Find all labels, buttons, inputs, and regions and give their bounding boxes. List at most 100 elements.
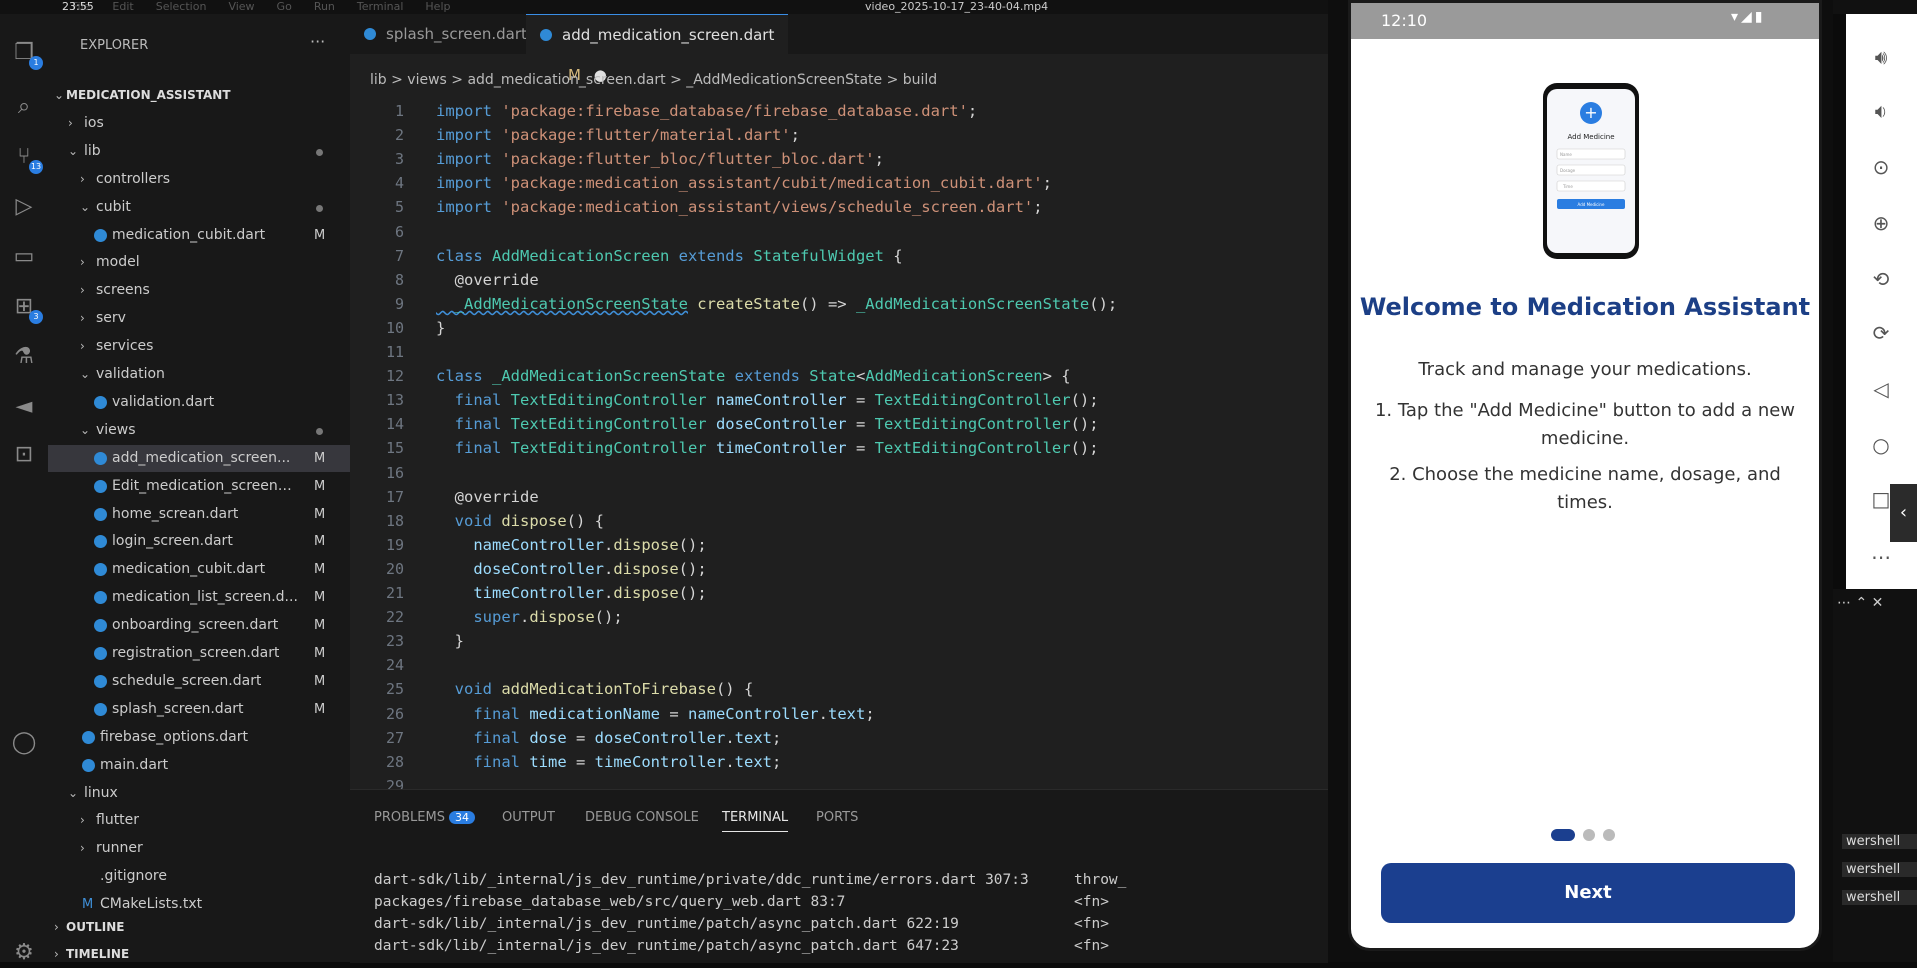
file-label: home_screan.dart	[112, 505, 239, 522]
file-item[interactable]: medication_list_screen.d... M	[48, 584, 350, 611]
file-item[interactable]: main.dart	[48, 752, 350, 779]
tab-debug-console[interactable]: DEBUG CONSOLE	[585, 810, 699, 825]
folder-item[interactable]: ⌄ views	[48, 417, 350, 444]
line-number: 9	[394, 294, 404, 313]
menu-help[interactable]: Help	[425, 0, 450, 13]
terminal-session[interactable]: wershell	[1842, 862, 1917, 877]
code-token: dose	[529, 728, 567, 747]
testing-icon[interactable]: ⚗	[11, 344, 37, 370]
folder-item[interactable]: › model	[48, 249, 350, 276]
tab-add-medication-screen[interactable]: add_medication_screen.dart M ●	[526, 14, 788, 84]
chevron-right-icon: ›	[54, 947, 59, 961]
more-icon[interactable]: ⋯	[1868, 544, 1894, 570]
code-line: _AddMedicationScreenState createState() …	[436, 295, 1118, 313]
folder-item[interactable]: › runner	[48, 835, 350, 862]
folder-item[interactable]: › services	[48, 333, 350, 360]
tab-terminal[interactable]: TERMINAL	[722, 810, 789, 832]
file-item[interactable]: login_screen.dart M	[48, 528, 350, 555]
rotate-left-icon[interactable]: ⟲	[1868, 266, 1894, 292]
tab-problems[interactable]: PROBLEMS 34	[374, 810, 475, 825]
inspector-icon[interactable]: ⊡	[11, 442, 37, 468]
more-actions-icon[interactable]: ···	[310, 32, 325, 51]
file-item[interactable]: validation.dart	[48, 389, 350, 416]
account-icon[interactable]: ◯	[11, 730, 37, 756]
file-item[interactable]: medication_cubit.dart M	[48, 556, 350, 583]
folder-item[interactable]: › screens	[48, 277, 350, 304]
code-token: import	[436, 126, 502, 145]
folder-item[interactable]: › flutter	[48, 807, 350, 834]
next-button[interactable]: Next	[1381, 863, 1795, 923]
breadcrumb[interactable]: lib > views > add_medication_screen.dart…	[370, 72, 937, 88]
remote-explorer-icon[interactable]: ▭	[11, 244, 37, 270]
tab-output[interactable]: OUTPUT	[502, 810, 555, 825]
file-item[interactable]: firebase_options.dart	[48, 724, 350, 751]
folder-item[interactable]: › serv	[48, 305, 350, 332]
chevron-right-icon: ›	[80, 171, 85, 186]
folder-label: views	[96, 421, 136, 438]
run-debug-icon[interactable]: ▷	[11, 194, 37, 220]
volume-down-icon[interactable]: 🔉︎	[1868, 98, 1894, 124]
menu-terminal[interactable]: Terminal	[357, 0, 404, 13]
menu-go[interactable]: Go	[277, 0, 292, 13]
code-token: 'package:flutter_bloc/flutter_bloc.dart'	[501, 150, 875, 169]
menu-view[interactable]: View	[228, 0, 254, 13]
code-token: .	[603, 559, 614, 578]
volume-up-icon[interactable]: 🔊︎	[1868, 44, 1894, 70]
code-token: 'package:medication_assistant/cubit/medi…	[501, 174, 1043, 193]
search-icon[interactable]: ⌕	[11, 94, 37, 120]
menu-selection[interactable]: Selection	[156, 0, 207, 13]
file-item[interactable]: schedule_screen.dart M	[48, 668, 350, 695]
zoom-icon[interactable]: ⊕	[1868, 210, 1894, 236]
line-number: 12	[385, 367, 404, 386]
folder-item[interactable]: ⌄ lib	[48, 138, 350, 165]
outline-section[interactable]: › OUTLINE	[48, 914, 350, 941]
folder-item[interactable]: ⌄ linux	[48, 780, 350, 807]
camera-icon[interactable]: ⊙	[1868, 154, 1894, 180]
dart-file-icon	[94, 228, 107, 242]
panel-controls-icon[interactable]: ⋯ ⌃ ✕	[1837, 595, 1883, 611]
terminal-session[interactable]: wershell	[1842, 890, 1917, 905]
menu-edit[interactable]: Edit	[112, 0, 133, 13]
folder-item[interactable]: ⌄ cubit	[48, 194, 350, 221]
code-token: timeController	[706, 439, 847, 458]
file-item[interactable]: .gitignore	[48, 863, 350, 890]
terminal-session[interactable]: wershell	[1842, 834, 1917, 849]
chevron-down-icon: ⌄	[68, 143, 79, 158]
back-icon[interactable]: ◁	[1868, 376, 1894, 402]
folder-item[interactable]: › ios	[48, 110, 350, 137]
modified-status: M	[314, 450, 326, 466]
chevron-down-icon: ⌄	[80, 422, 91, 437]
file-item[interactable]: Edit_medication_screenC... M	[48, 473, 350, 500]
folder-item[interactable]: › controllers	[48, 166, 350, 193]
menu-run[interactable]: Run	[314, 0, 335, 13]
file-item[interactable]: home_screan.dart M	[48, 501, 350, 528]
line-number: 1	[394, 102, 404, 120]
code-token: doseController	[706, 415, 847, 434]
tab-label: splash_screen.dart	[386, 25, 527, 43]
tab-ports[interactable]: PORTS	[816, 810, 858, 825]
stack-location: dart-sdk/lib/_internal/js_dev_runtime/pr…	[374, 872, 1029, 888]
home-icon[interactable]: ○	[1868, 432, 1894, 458]
timeline-section[interactable]: › TIMELINE	[48, 941, 350, 968]
plus-glyph: +	[1584, 103, 1597, 122]
file-item[interactable]: onboarding_screen.dart M	[48, 612, 350, 639]
rotate-right-icon[interactable]: ⟳	[1868, 320, 1894, 346]
folder-label: screens	[96, 282, 150, 299]
flutter-icon[interactable]: ◄	[11, 394, 37, 420]
project-root[interactable]: ⌄ MEDICATION_ASSISTANT	[48, 82, 350, 109]
changes-dot-icon	[316, 427, 323, 435]
code-editor[interactable]: 1 import 'package:firebase_database/fireb…	[350, 94, 1328, 789]
file-item[interactable]: medication_cubit.dart M	[48, 222, 350, 249]
line-number: 19	[385, 535, 404, 554]
folder-item[interactable]: ⌄ validation	[48, 361, 350, 388]
file-item[interactable]: registration_screen.dart M	[48, 640, 350, 667]
line-number: 13	[385, 391, 404, 410]
code-token: import	[436, 150, 502, 169]
gear-icon[interactable]: ⚙	[11, 940, 37, 966]
code-token: ;	[1033, 198, 1043, 217]
file-item[interactable]: add_medication_screen... M	[48, 444, 350, 472]
file-item[interactable]: splash_screen.dart M	[48, 696, 350, 723]
folder-label: runner	[96, 840, 143, 857]
line-number: 11	[385, 343, 404, 361]
collapse-toolbar-icon[interactable]: ‹	[1890, 484, 1917, 542]
